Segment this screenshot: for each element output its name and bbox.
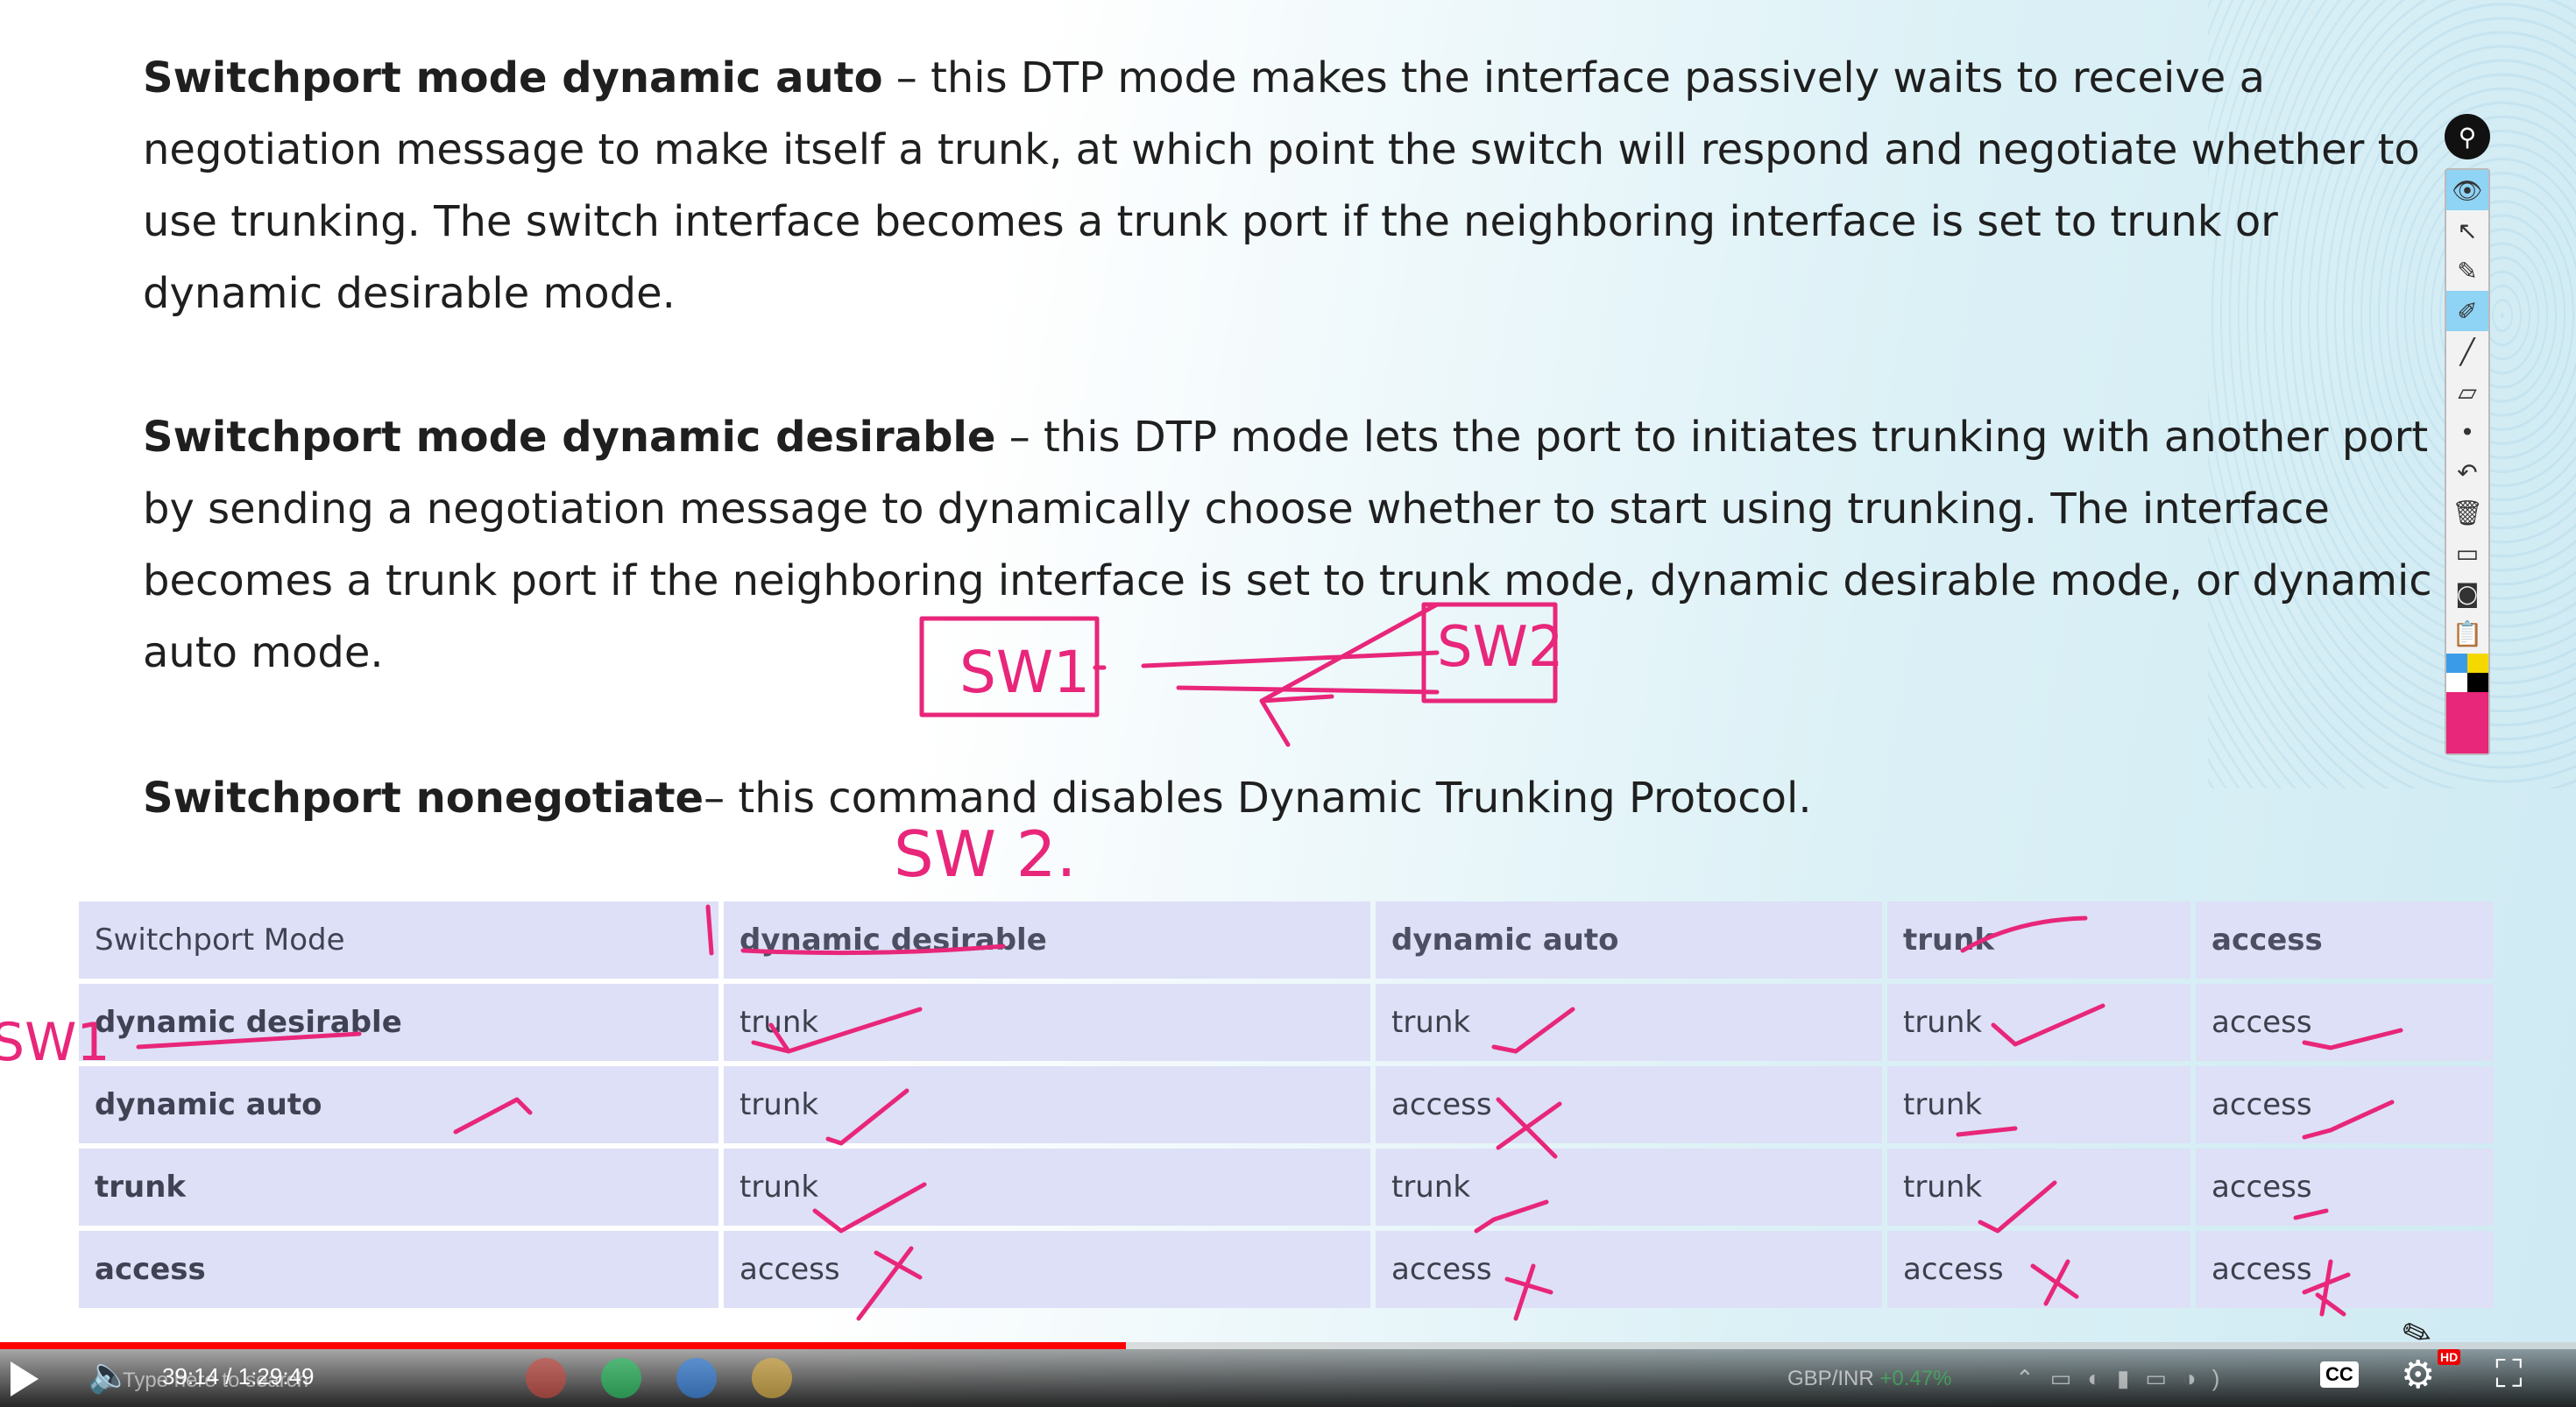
annotation-toolbar: ⚲ 👁 ↖ ✎ ✐ ╱ ▱ • ↶ 🗑 ▭ ◙ 📋 — [2445, 114, 2490, 755]
progress-played — [0, 1342, 1126, 1349]
stock-ticker: GBP/INR +0.47% — [1787, 1367, 1951, 1391]
table-cell: trunk — [724, 984, 1370, 1061]
ticker-symbol: GBP/INR — [1787, 1367, 1874, 1390]
table-cell: access — [79, 1231, 718, 1308]
paragraph-heading: Switchport mode dynamic auto — [143, 53, 883, 103]
active-color-swatch[interactable] — [2446, 692, 2488, 753]
table-header-cell: dynamic auto — [1376, 901, 1882, 979]
table-cell: access — [1887, 1231, 2190, 1308]
table-cell: dynamic desirable — [79, 984, 718, 1061]
zoom-icon[interactable] — [676, 1358, 717, 1398]
table-header-cell: access — [2196, 901, 2494, 979]
table-header-cell: trunk — [1887, 901, 2190, 979]
hd-badge: HD — [2438, 1349, 2461, 1365]
play-icon[interactable] — [11, 1361, 39, 1396]
color-swatch-white[interactable] — [2446, 673, 2467, 692]
spotify-icon[interactable] — [601, 1358, 641, 1398]
pen-off-icon[interactable]: ✎ — [2446, 251, 2488, 291]
table-row: dynamic desirable trunk trunk trunk acce… — [79, 984, 2494, 1061]
taskbar-icons — [526, 1358, 792, 1398]
paragraph-dynamic-desirable: Switchport mode dynamic desirable – this… — [143, 401, 2438, 689]
table-cell: trunk — [1887, 1149, 2190, 1226]
table-cell: access — [2196, 1231, 2494, 1308]
color-swatch-black[interactable] — [2467, 673, 2488, 692]
undo-icon[interactable]: ↶ — [2446, 452, 2488, 492]
table-cell: access — [724, 1231, 1370, 1308]
table-cell: trunk — [1376, 1149, 1882, 1226]
table-cell: access — [2196, 1066, 2494, 1143]
toolbar-body: 👁 ↖ ✎ ✐ ╱ ▱ • ↶ 🗑 ▭ ◙ 📋 — [2445, 168, 2490, 755]
table-header-cell: dynamic desirable — [724, 901, 1370, 979]
paragraph-dynamic-auto: Switchport mode dynamic auto – this DTP … — [143, 42, 2438, 329]
table-cell: access — [1376, 1066, 1882, 1143]
table-cell: trunk — [724, 1066, 1370, 1143]
table-cell: access — [1376, 1231, 1882, 1308]
table-cell: trunk — [1376, 984, 1882, 1061]
table-header-cell: Switchport Mode — [79, 901, 718, 979]
settings-gear-icon[interactable]: ⚙ — [2401, 1353, 2435, 1397]
clipboard-icon[interactable]: 📋 — [2446, 613, 2488, 654]
color-swatch-blue[interactable] — [2446, 654, 2467, 673]
highlighter-icon[interactable]: ✐ — [2446, 291, 2488, 331]
time-display: 39:14 / 1:29:49 — [162, 1363, 315, 1389]
paragraph-text: – this command disables Dynamic Trunking… — [704, 774, 1812, 823]
captions-button[interactable]: CC — [2320, 1361, 2359, 1388]
table-row: dynamic auto trunk access trunk access — [79, 1066, 2494, 1143]
table-cell: trunk — [724, 1149, 1370, 1226]
system-tray-icons: ⌃▭◐▮▭◑) — [2015, 1365, 2236, 1391]
table-cell: trunk — [79, 1149, 718, 1226]
fullscreen-icon[interactable]: ⛶ — [2495, 1353, 2523, 1396]
player-controls: 🔈 Type here to search 39:14 / 1:29:49 GB… — [0, 1349, 2576, 1407]
table-row: access access access access access — [79, 1231, 2494, 1308]
trash-icon[interactable]: 🗑 — [2446, 492, 2488, 533]
color-swatches — [2446, 654, 2488, 692]
chrome-icon[interactable] — [526, 1358, 566, 1398]
eye-icon[interactable]: 👁 — [2446, 170, 2488, 210]
table-header-row: Switchport Mode dynamic desirable dynami… — [79, 901, 2494, 979]
progress-bar[interactable] — [0, 1342, 2576, 1349]
table-cell: trunk — [1887, 984, 2190, 1061]
dtp-mode-table: Switchport Mode dynamic desirable dynami… — [74, 896, 2499, 1313]
pointer-icon[interactable]: ↖ — [2446, 210, 2488, 251]
line-icon[interactable]: ╱ — [2446, 331, 2488, 371]
table-cell: dynamic auto — [79, 1066, 718, 1143]
eraser-icon[interactable]: ▱ — [2446, 371, 2488, 412]
table-cell: trunk — [1887, 1066, 2190, 1143]
pin-icon[interactable]: ⚲ — [2445, 114, 2490, 159]
folder-icon[interactable] — [752, 1358, 792, 1398]
color-swatch-yellow[interactable] — [2467, 654, 2488, 673]
ticker-change: +0.47% — [1879, 1367, 1952, 1390]
paragraph-heading: Switchport nonegotiate — [143, 774, 704, 823]
screen-icon[interactable]: ▭ — [2446, 533, 2488, 573]
table-cell: access — [2196, 1149, 2494, 1226]
dot-icon[interactable]: • — [2446, 412, 2488, 452]
table-row: trunk trunk trunk trunk access — [79, 1149, 2494, 1226]
table-cell: access — [2196, 984, 2494, 1061]
paragraph-nonegotiate: Switchport nonegotiate– this command dis… — [143, 762, 1812, 834]
camera-icon[interactable]: ◙ — [2446, 573, 2488, 613]
paragraph-heading: Switchport mode dynamic desirable — [143, 413, 996, 462]
